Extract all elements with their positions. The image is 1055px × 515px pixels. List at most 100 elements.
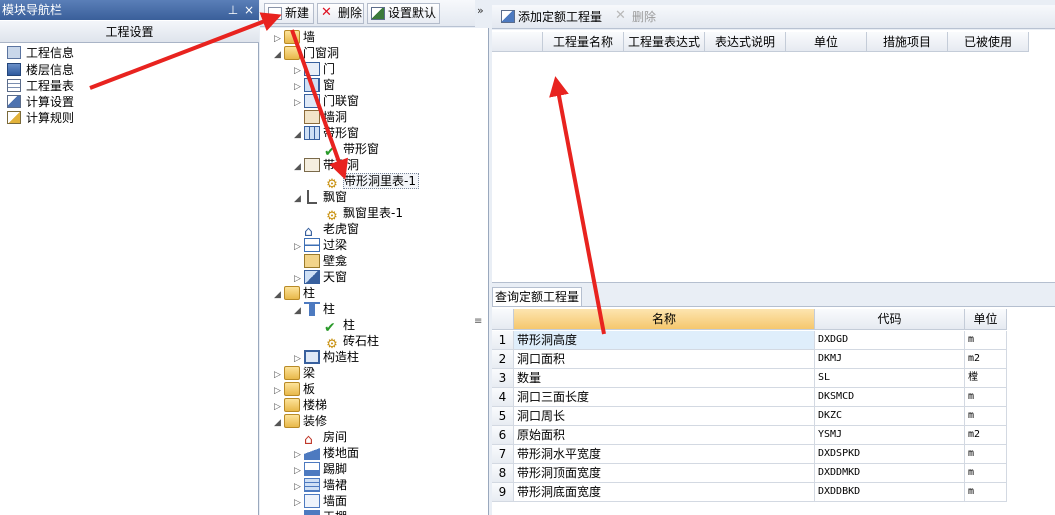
folder-icon bbox=[284, 398, 300, 412]
quota-quantity-grid: 名称 代码 单位 1 带形洞高度 DXDGD m 2 洞口面积 DKMJ m2 3 数量 SL 樘 4 洞… bbox=[492, 306, 1055, 515]
nav-item-quantity-table[interactable]: 工程量表 bbox=[7, 78, 74, 94]
tree-node-door-window-combo[interactable]: ▷ 门联窗 bbox=[294, 93, 359, 109]
row-name: 洞口三面长度 bbox=[514, 388, 815, 407]
tree-node-wall-opening[interactable]: 墙洞 bbox=[294, 109, 347, 125]
nav-item-floor-info[interactable]: 楼层信息 bbox=[7, 62, 74, 78]
tree-node-strip-window[interactable]: ◢ 带形窗 bbox=[294, 125, 359, 141]
tree-node-column-group[interactable]: ◢ 柱 bbox=[294, 301, 335, 317]
component-tree: ▷ 墙 ◢ 门窗洞 ▷ 门 ▷ 窗 ▷ 门联窗 墙洞 ◢ 带形窗 ✔ 带形窗 ◢ 带形洞 ⚙ 带形… bbox=[260, 28, 489, 515]
set-default-button[interactable]: 设置默认 bbox=[367, 3, 440, 24]
row-unit: 樘 bbox=[965, 369, 1007, 388]
tree-node-door-window-opening[interactable]: ◢ 门窗洞 bbox=[274, 45, 339, 61]
row-code: SL bbox=[815, 369, 965, 388]
grid-header-quantity-name[interactable]: 工程量名称 bbox=[543, 32, 624, 52]
tree-node-bay-window[interactable]: ◢ 飘窗 bbox=[294, 189, 347, 205]
tree-node-room[interactable]: ⌂ 房间 bbox=[294, 429, 347, 447]
new-icon bbox=[268, 7, 282, 20]
row-code: DXDDBKD bbox=[815, 483, 965, 502]
tree-toolbar: 新建 ✕ 删除 设置默认 bbox=[260, 0, 475, 27]
delete-button[interactable]: ✕ 删除 bbox=[317, 3, 364, 24]
tree-node-skirting[interactable]: ▷ 踢脚 bbox=[294, 461, 347, 477]
tree-node-dado[interactable]: ▷ 墙裙 bbox=[294, 477, 347, 493]
folder-icon bbox=[284, 366, 300, 380]
set-default-icon bbox=[371, 7, 385, 20]
tree-node-masonry-column[interactable]: ⚙ 砖石柱 bbox=[314, 333, 379, 352]
tree-node-column[interactable]: ◢ 柱 bbox=[274, 285, 315, 301]
tree-node-column-child[interactable]: ✔ 柱 bbox=[314, 317, 355, 335]
quantity-grid: 工程量名称 工程量表达式 表达式说明 单位 措施项目 已被使用 bbox=[492, 30, 1055, 283]
grid-header-measure-item[interactable]: 措施项目 bbox=[867, 32, 948, 52]
nav-item-project-info[interactable]: 工程信息 bbox=[7, 45, 74, 61]
tab-query-quota-quantity[interactable]: 查询定额工程量 bbox=[492, 287, 582, 306]
row-code: DXDGD bbox=[815, 331, 965, 350]
add-quota-quantity-button[interactable]: 添加定额工程量 bbox=[498, 8, 602, 26]
tree-node-structural-column[interactable]: ▷ 构造柱 bbox=[294, 349, 359, 365]
tree-node-window[interactable]: ▷ 窗 bbox=[294, 77, 335, 93]
table-row[interactable]: 7 带形洞水平宽度 DXDSPKD m bbox=[492, 445, 1007, 464]
lower-grid-header-unit[interactable]: 单位 bbox=[965, 309, 1007, 330]
tree-node-wall-face[interactable]: ▷ 墙面 bbox=[294, 493, 347, 509]
lower-grid-header-code[interactable]: 代码 bbox=[815, 309, 965, 330]
splitter-handle-icon[interactable]: ≡ bbox=[474, 316, 482, 327]
lower-grid-header-name[interactable]: 名称 bbox=[514, 309, 815, 330]
row-number: 1 bbox=[492, 331, 514, 350]
row-code: DKZC bbox=[815, 407, 965, 426]
table-row[interactable]: 4 洞口三面长度 DKSMCD m bbox=[492, 388, 1007, 407]
row-unit: m bbox=[965, 331, 1007, 350]
row-name: 带形洞高度 bbox=[514, 331, 815, 350]
close-icon[interactable]: × bbox=[241, 2, 257, 18]
tree-node-finishing[interactable]: ◢ 装修 bbox=[274, 413, 327, 429]
row-name: 洞口面积 bbox=[514, 350, 815, 369]
wall-face-icon bbox=[304, 494, 320, 508]
structural-column-icon bbox=[304, 350, 320, 364]
tree-node-niche[interactable]: 壁龛 bbox=[294, 253, 347, 269]
table-icon bbox=[7, 79, 21, 92]
row-code: YSMJ bbox=[815, 426, 965, 445]
delete-quantity-button[interactable]: ✕ 删除 bbox=[612, 8, 656, 26]
tree-node-beam[interactable]: ▷ 梁 bbox=[274, 365, 315, 381]
tree-node-stair[interactable]: ▷ 楼梯 bbox=[274, 397, 327, 413]
nav-item-calc-rules[interactable]: 计算规则 bbox=[7, 110, 74, 126]
table-row[interactable]: 8 带形洞顶面宽度 DXDDMKD m bbox=[492, 464, 1007, 483]
row-number: 2 bbox=[492, 350, 514, 369]
row-number: 8 bbox=[492, 464, 514, 483]
grid-header-expression-description[interactable]: 表达式说明 bbox=[705, 32, 786, 52]
collapse-panel-icon[interactable]: » bbox=[477, 4, 489, 18]
table-row[interactable]: 9 带形洞底面宽度 DXDDBKD m bbox=[492, 483, 1007, 502]
tree-node-strip-opening-table[interactable]: ⚙ 带形洞里表-1 bbox=[314, 173, 419, 192]
row-name: 数量 bbox=[514, 369, 815, 388]
tree-node-slab[interactable]: ▷ 板 bbox=[274, 381, 315, 397]
nav-title-bar: 模块导航栏 ⊥ × bbox=[0, 0, 259, 20]
table-row[interactable]: 3 数量 SL 樘 bbox=[492, 369, 1007, 388]
tree-node-dormer[interactable]: ⌂ 老虎窗 bbox=[294, 221, 359, 239]
pin-icon[interactable]: ⊥ bbox=[225, 2, 241, 18]
tree-node-skylight[interactable]: ▷ 天窗 bbox=[294, 269, 347, 285]
tree-node-ceiling[interactable]: ▷天棚 bbox=[294, 509, 347, 515]
skylight-icon bbox=[304, 270, 320, 284]
tree-node-wall[interactable]: ▷ 墙 bbox=[274, 29, 315, 45]
lintel-icon bbox=[304, 238, 320, 252]
tree-node-bay-window-table[interactable]: ⚙ 飘窗里表-1 bbox=[314, 205, 403, 224]
table-row[interactable]: 1 带形洞高度 DXDGD m bbox=[492, 331, 1007, 350]
project-info-icon bbox=[7, 46, 21, 59]
nav-section-header[interactable]: 工程设置 bbox=[0, 21, 259, 43]
tree-node-lintel[interactable]: ▷ 过梁 bbox=[294, 237, 347, 253]
table-row[interactable]: 2 洞口面积 DKMJ m2 bbox=[492, 350, 1007, 369]
grid-header-in-use[interactable]: 已被使用 bbox=[948, 32, 1029, 52]
tree-node-door[interactable]: ▷ 门 bbox=[294, 61, 335, 77]
grid-header-quantity-expression[interactable]: 工程量表达式 bbox=[624, 32, 705, 52]
table-row[interactable]: 6 原始面积 YSMJ m2 bbox=[492, 426, 1007, 445]
delete-icon: ✕ bbox=[615, 8, 626, 23]
grid-header-unit[interactable]: 单位 bbox=[786, 32, 867, 52]
row-number: 6 bbox=[492, 426, 514, 445]
tree-node-floor[interactable]: ▷ 楼地面 bbox=[294, 445, 359, 461]
nav-item-calc-settings[interactable]: 计算设置 bbox=[7, 94, 74, 110]
folder-open-icon bbox=[284, 286, 300, 300]
table-row[interactable]: 5 洞口周长 DKZC m bbox=[492, 407, 1007, 426]
new-button[interactable]: 新建 bbox=[264, 3, 314, 24]
tree-node-strip-opening[interactable]: ◢ 带形洞 bbox=[294, 157, 359, 173]
grid-header-corner bbox=[492, 32, 543, 52]
row-name: 带形洞顶面宽度 bbox=[514, 464, 815, 483]
calc-rules-icon bbox=[7, 111, 21, 124]
tree-node-strip-window-child[interactable]: ✔ 带形窗 bbox=[314, 141, 379, 159]
